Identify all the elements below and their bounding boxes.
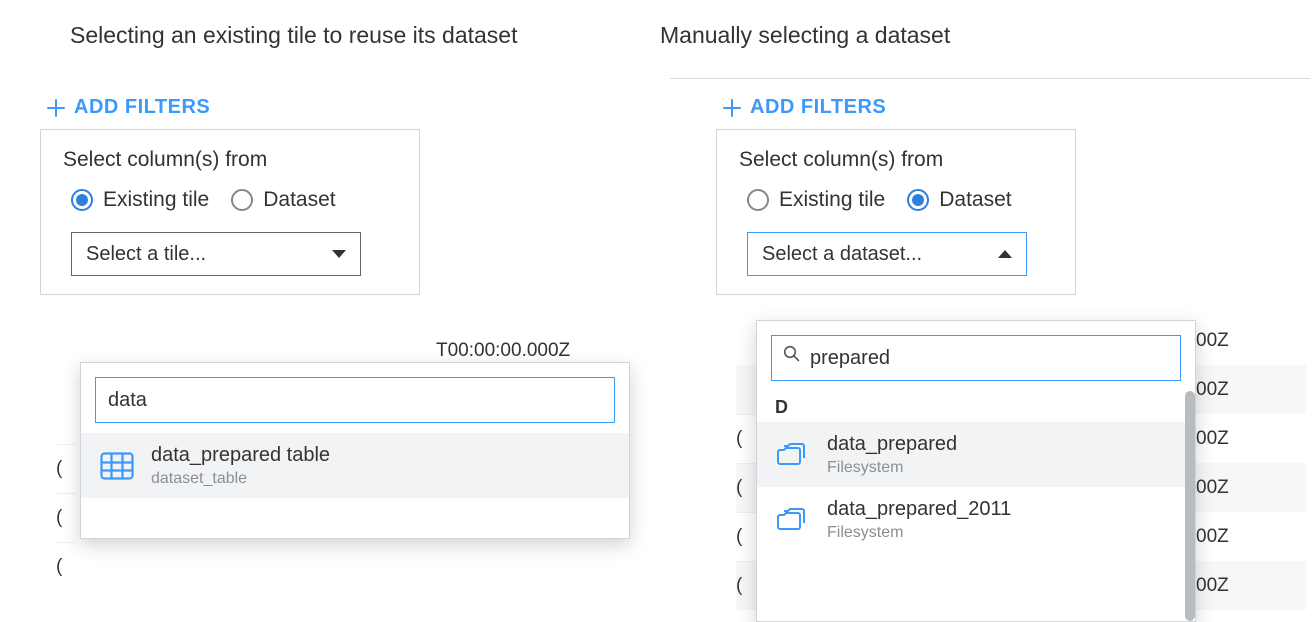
radio-dataset[interactable]: Dataset bbox=[231, 188, 335, 212]
radio-group: Existing tile Dataset bbox=[71, 188, 397, 212]
result-title: data_prepared bbox=[827, 432, 957, 456]
add-filters-button[interactable]: ADD FILTERS bbox=[46, 96, 210, 119]
cell: 00Z bbox=[1196, 561, 1229, 610]
dataset-search-input[interactable] bbox=[771, 335, 1181, 381]
table-row: ( bbox=[56, 542, 76, 591]
radio-icon-unchecked bbox=[747, 189, 769, 211]
table-row: ( bbox=[736, 414, 756, 463]
radio-dataset[interactable]: Dataset bbox=[907, 188, 1011, 212]
folder-icon bbox=[775, 502, 811, 538]
add-filters-button[interactable]: ADD FILTERS bbox=[722, 96, 886, 119]
cell: 00Z bbox=[1196, 316, 1229, 365]
right-panel: ADD FILTERS Select column(s) from Existi… bbox=[716, 96, 1096, 295]
radio-label: Existing tile bbox=[779, 188, 885, 212]
source-popover: Select column(s) from Existing tile Data… bbox=[40, 129, 420, 295]
bg-timestamp: T00:00:00.000Z bbox=[436, 340, 570, 362]
table-row: ( bbox=[56, 493, 76, 542]
popover-title: Select column(s) from bbox=[739, 148, 1053, 172]
radio-existing-tile[interactable]: Existing tile bbox=[71, 188, 209, 212]
radio-label: Dataset bbox=[263, 188, 335, 212]
plus-icon bbox=[722, 98, 742, 118]
tile-dropdown: data_prepared table dataset_table bbox=[80, 362, 630, 539]
caption-left: Selecting an existing tile to reuse its … bbox=[70, 22, 517, 49]
table-row: ( bbox=[736, 463, 756, 512]
search-wrap bbox=[81, 363, 629, 433]
result-title: data_prepared_2011 bbox=[827, 497, 1011, 521]
tile-result-item[interactable]: data_prepared table dataset_table bbox=[81, 433, 629, 498]
source-popover: Select column(s) from Existing tile Data… bbox=[716, 129, 1076, 295]
search-wrap bbox=[757, 321, 1195, 391]
caption-right: Manually selecting a dataset bbox=[660, 22, 950, 49]
chevron-up-icon bbox=[998, 250, 1012, 258]
table-icon bbox=[99, 448, 135, 484]
select-placeholder: Select a dataset... bbox=[762, 243, 922, 266]
tile-select[interactable]: Select a tile... bbox=[71, 232, 361, 276]
cell: 00Z bbox=[1196, 512, 1229, 561]
result-subtitle: Filesystem bbox=[827, 458, 957, 477]
radio-icon-unchecked bbox=[231, 189, 253, 211]
radio-existing-tile[interactable]: Existing tile bbox=[747, 188, 885, 212]
table-row: ( bbox=[736, 512, 756, 561]
dataset-dropdown: D data_prepared Filesystem data_prepared… bbox=[756, 320, 1196, 622]
dataset-result-item[interactable]: data_prepared_2011 Filesystem bbox=[757, 487, 1195, 552]
add-filters-label: ADD FILTERS bbox=[74, 96, 210, 119]
result-subtitle: dataset_table bbox=[151, 469, 330, 488]
radio-group: Existing tile Dataset bbox=[747, 188, 1053, 212]
result-subtitle: Filesystem bbox=[827, 523, 1011, 542]
radio-icon-checked bbox=[907, 189, 929, 211]
radio-label: Dataset bbox=[939, 188, 1011, 212]
dataset-result-item[interactable]: data_prepared Filesystem bbox=[757, 422, 1195, 487]
table-row: ( bbox=[736, 561, 756, 610]
select-placeholder: Select a tile... bbox=[86, 243, 206, 266]
table-column-values: 00Z 00Z 00Z 00Z 00Z 00Z bbox=[1196, 316, 1229, 610]
cell: 00Z bbox=[1196, 365, 1229, 414]
radio-label: Existing tile bbox=[103, 188, 209, 212]
scrollbar-thumb[interactable] bbox=[1185, 391, 1195, 621]
left-panel: ADD FILTERS Select column(s) from Existi… bbox=[40, 96, 630, 295]
tile-search-input[interactable] bbox=[95, 377, 615, 423]
table-row: ( bbox=[56, 444, 76, 493]
folder-icon bbox=[775, 437, 811, 473]
dataset-select[interactable]: Select a dataset... bbox=[747, 232, 1027, 276]
cell: 00Z bbox=[1196, 414, 1229, 463]
add-filters-label: ADD FILTERS bbox=[750, 96, 886, 119]
section-letter: D bbox=[757, 391, 1195, 422]
result-title: data_prepared table bbox=[151, 443, 330, 467]
radio-icon-checked bbox=[71, 189, 93, 211]
cell: 00Z bbox=[1196, 463, 1229, 512]
divider bbox=[670, 78, 1310, 79]
popover-title: Select column(s) from bbox=[63, 148, 397, 172]
plus-icon bbox=[46, 98, 66, 118]
chevron-down-icon bbox=[332, 250, 346, 258]
